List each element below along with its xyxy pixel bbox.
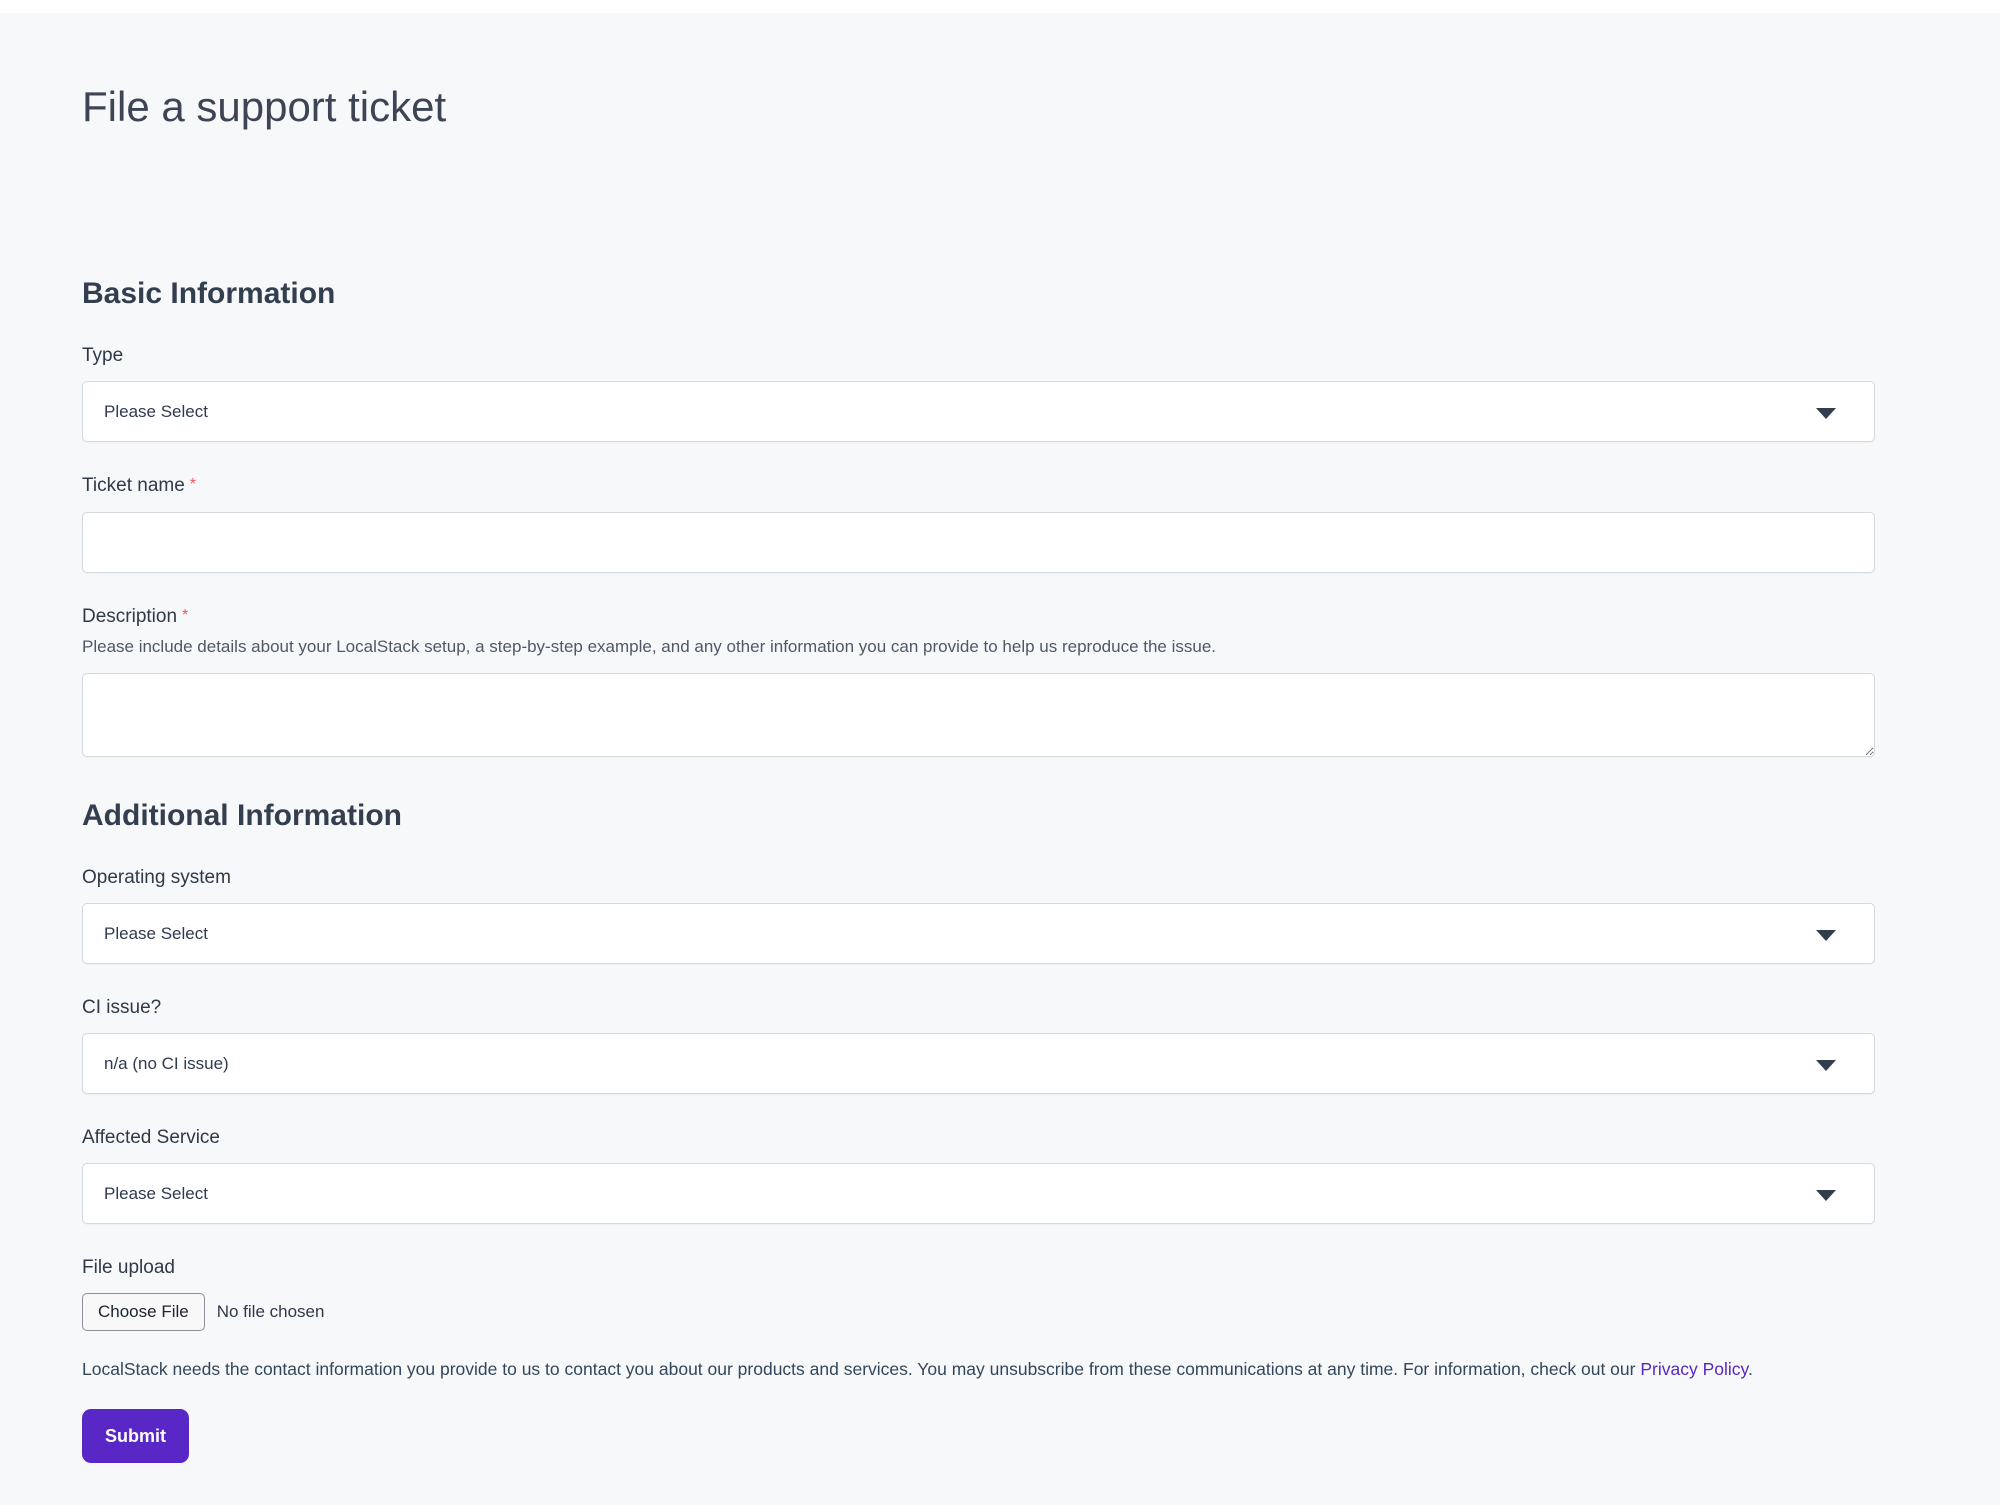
affected-service-select-value: Please Select — [104, 1184, 208, 1204]
type-label: Type — [82, 342, 1875, 369]
ticket-name-input[interactable] — [82, 512, 1875, 573]
support-ticket-form: File a support ticket Basic Information … — [0, 0, 1875, 1463]
required-asterisk: * — [182, 607, 188, 624]
caret-down-icon — [1816, 408, 1836, 419]
affected-service-label-text: Affected Service — [82, 1127, 220, 1148]
description-textarea[interactable] — [82, 673, 1875, 757]
page-title: File a support ticket — [82, 82, 1875, 132]
affected-service-select[interactable]: Please Select — [82, 1163, 1875, 1224]
privacy-notice-period: . — [1748, 1359, 1753, 1379]
description-label: Description * — [82, 603, 1875, 631]
privacy-policy-link[interactable]: Privacy Policy — [1640, 1359, 1748, 1379]
operating-system-select-value: Please Select — [104, 924, 208, 944]
operating-system-select[interactable]: Please Select — [82, 903, 1875, 964]
choose-file-button[interactable]: Choose File — [82, 1293, 205, 1331]
submit-button[interactable]: Submit — [82, 1409, 189, 1463]
ci-issue-label-text: CI issue? — [82, 997, 161, 1018]
caret-down-icon — [1816, 930, 1836, 941]
file-upload-label: File upload — [82, 1254, 1875, 1281]
file-upload-label-text: File upload — [82, 1257, 175, 1278]
ci-issue-label: CI issue? — [82, 994, 1875, 1021]
file-upload-control: Choose File No file chosen — [82, 1293, 1875, 1331]
ci-issue-select-value: n/a (no CI issue) — [104, 1054, 229, 1074]
file-upload-status: No file chosen — [217, 1302, 325, 1322]
top-white-strip — [0, 0, 2000, 13]
section-heading-additional-information: Additional Information — [82, 797, 1875, 834]
ci-issue-select[interactable]: n/a (no CI issue) — [82, 1033, 1875, 1094]
description-helper-text: Please include details about your LocalS… — [82, 635, 1875, 659]
operating-system-label: Operating system — [82, 864, 1875, 891]
caret-down-icon — [1816, 1060, 1836, 1071]
privacy-notice-text: LocalStack needs the contact information… — [82, 1359, 1640, 1379]
caret-down-icon — [1816, 1190, 1836, 1201]
type-select-value: Please Select — [104, 402, 208, 422]
ticket-name-label-text: Ticket name — [82, 475, 185, 496]
required-asterisk: * — [190, 476, 196, 493]
section-heading-basic-information: Basic Information — [82, 275, 1875, 312]
description-label-text: Description — [82, 606, 177, 627]
privacy-notice: LocalStack needs the contact information… — [82, 1357, 1875, 1381]
type-label-text: Type — [82, 345, 123, 366]
type-select[interactable]: Please Select — [82, 381, 1875, 442]
operating-system-label-text: Operating system — [82, 867, 231, 888]
ticket-name-label: Ticket name * — [82, 472, 1875, 500]
affected-service-label: Affected Service — [82, 1124, 1875, 1151]
